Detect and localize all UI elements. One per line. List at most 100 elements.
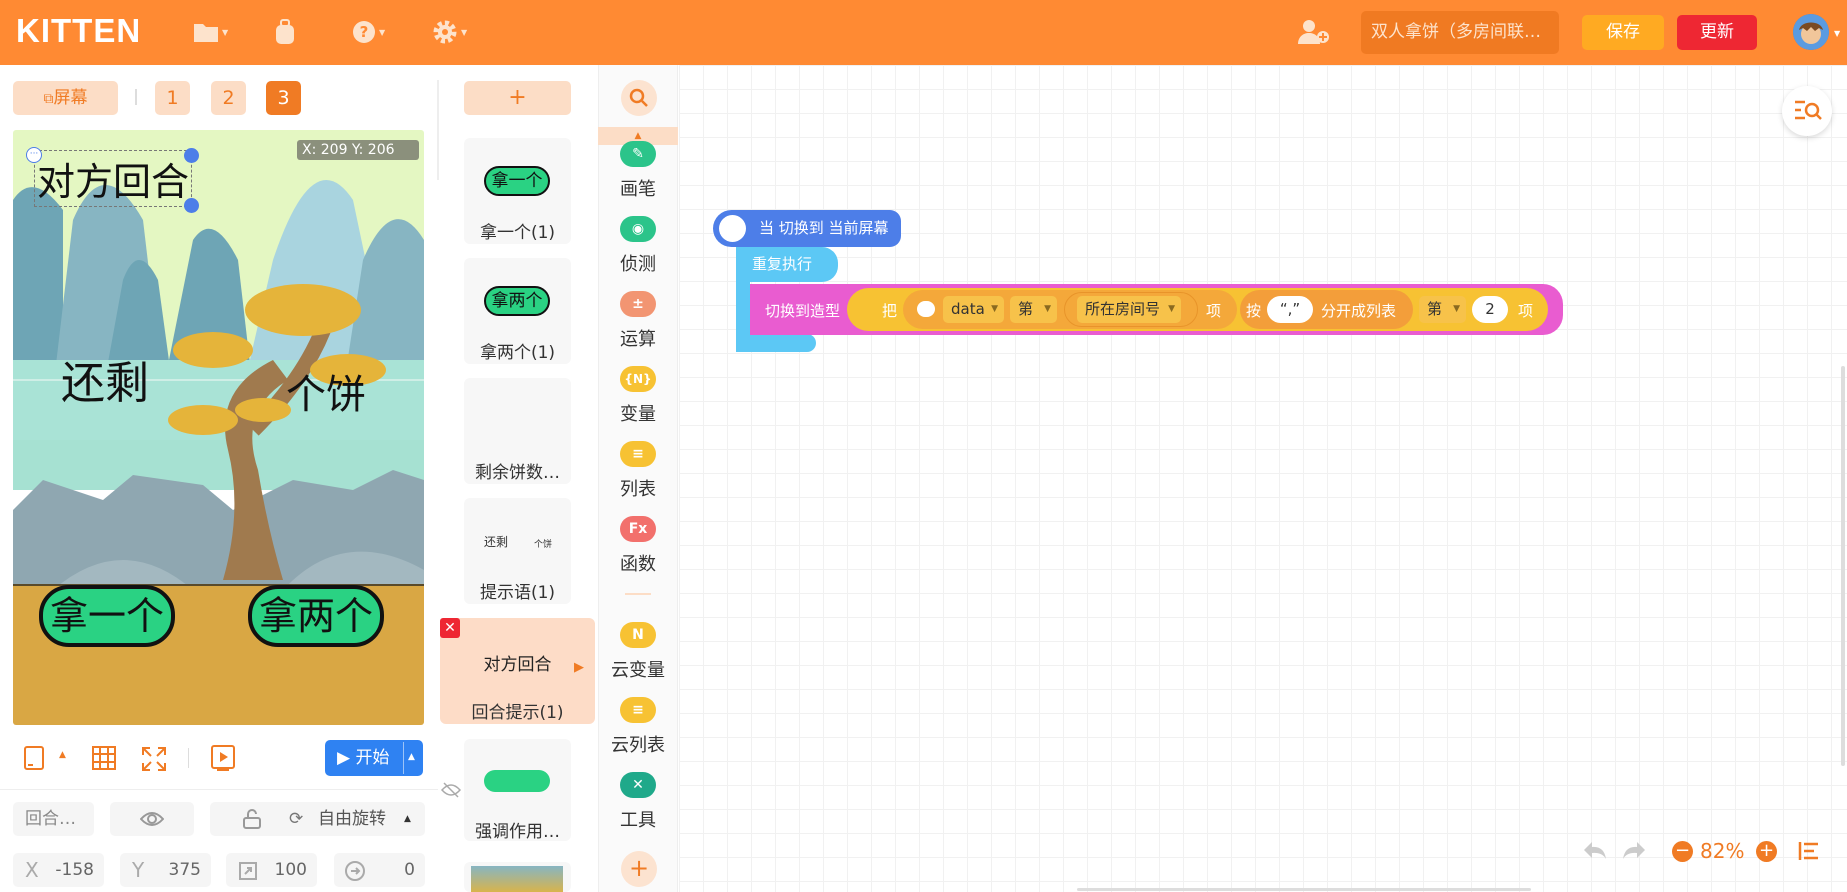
app-logo: KITTEN [16, 12, 142, 49]
screen-page-2[interactable]: 2 [211, 81, 246, 115]
undo-icon[interactable] [1582, 840, 1608, 866]
sprite-item[interactable]: 拿一个 拿一个(1) [464, 138, 571, 244]
separator-input[interactable]: “,” [1267, 296, 1313, 323]
chevron-up-icon[interactable]: ▲ [59, 750, 66, 760]
chevron-up-icon: ▲ [404, 814, 411, 824]
when-screen-switched-block[interactable]: 当 切换到 当前屏幕 [713, 210, 901, 247]
repeat-forever-block-body [736, 280, 750, 336]
chevron-up-icon[interactable]: ▲ [408, 752, 415, 762]
help-menu[interactable]: ? ▼ [352, 16, 385, 48]
workspace-scrollbar-vertical[interactable] [1841, 366, 1845, 766]
more-icon[interactable]: ··· [26, 147, 42, 163]
operators-icon: ± [620, 291, 656, 317]
take-one-button[interactable]: 拿一个 [39, 585, 175, 647]
settings-menu[interactable]: ▼ [432, 16, 467, 48]
direction-field[interactable]: 0 [334, 853, 425, 887]
play-icon: ▶ [337, 748, 351, 768]
index-mode-dropdown[interactable]: 第 ▼ [1010, 296, 1057, 323]
find-in-code-button[interactable] [1782, 86, 1832, 136]
zoom-in-icon[interactable]: + [1756, 841, 1777, 862]
collaborate-button[interactable] [1298, 16, 1330, 48]
add-user-icon [1298, 20, 1329, 44]
unlock-icon [243, 809, 261, 829]
fullscreen-icon[interactable] [141, 746, 167, 776]
chevron-down-icon: ▼ [461, 27, 468, 37]
cakes-text[interactable]: 个饼 [286, 362, 366, 420]
divider [0, 789, 438, 790]
chevron-down-icon: ▼ [379, 27, 386, 37]
visibility-toggle[interactable] [110, 802, 194, 836]
divider [135, 89, 137, 105]
sprite-thumbnail: 个饼 [534, 540, 553, 550]
add-sprite-button[interactable]: + [464, 81, 571, 115]
turn-text[interactable]: 对方回合 [34, 150, 193, 207]
room-variable-dropdown[interactable]: 所在房间号 ▼ [1077, 296, 1181, 323]
sprite-item[interactable]: 剩余饼数… [464, 378, 571, 484]
save-button[interactable]: 保存 [1582, 15, 1664, 50]
list-icon: ≡ [620, 441, 656, 467]
resize-handle-icon[interactable] [184, 198, 199, 213]
size-field[interactable]: 100 [226, 853, 317, 887]
sprite-thumbnail: 还剩 [484, 535, 509, 549]
divider [188, 748, 189, 768]
cloud-variable-icon: N [620, 622, 656, 648]
hide-icon[interactable] [440, 782, 462, 802]
index-input[interactable]: 2 [1472, 296, 1508, 323]
search-icon [629, 88, 648, 107]
folder-icon [194, 24, 218, 42]
chevron-down-icon: ▼ [1168, 304, 1175, 314]
sprite-item[interactable]: 强调作用… [464, 739, 571, 842]
remain-text[interactable]: 还剩 [61, 347, 149, 411]
data-variable-dropdown[interactable]: data ▼ [943, 296, 1004, 323]
x-position-field[interactable]: X -158 [13, 853, 104, 887]
block-label: 项 [1206, 302, 1222, 320]
phone-frame-icon[interactable] [24, 746, 44, 774]
rotation-mode-select[interactable]: ⟳ 自由旋转 ▲ [276, 802, 425, 836]
sprite-thumbnail: 对方回合 [483, 655, 552, 675]
chevron-down-icon[interactable]: ▼ [1834, 29, 1840, 38]
redo-icon[interactable] [1621, 840, 1647, 866]
update-button[interactable]: 更新 [1677, 15, 1757, 50]
repeat-forever-block[interactable]: 重复执行 [736, 247, 838, 282]
sprite-item[interactable]: 拿两个 拿两个(1) [464, 258, 571, 364]
function-icon: Fx [620, 516, 656, 542]
sensing-icon: ◉ [620, 216, 656, 242]
play-preview-icon[interactable] [211, 745, 235, 775]
chevron-down-icon: ▼ [1044, 304, 1051, 314]
grid-icon[interactable] [92, 746, 116, 774]
workspace-scrollbar-horizontal[interactable] [1077, 888, 1531, 891]
stage-canvas[interactable]: 对方回合 还剩 个饼 拿一个 拿两个 [13, 130, 424, 725]
chevron-right-icon[interactable]: ▶ [574, 660, 584, 675]
rotate-handle-icon[interactable] [184, 148, 199, 163]
block-search-button[interactable] [621, 80, 657, 116]
sprite-item-selected[interactable]: 对方回合 回合提示(1) ▶ [440, 618, 595, 724]
file-menu[interactable]: ▼ [193, 16, 228, 48]
take-two-button[interactable]: 拿两个 [248, 585, 384, 647]
code-workspace[interactable] [679, 65, 1847, 892]
variable-icon: {N} [620, 366, 656, 392]
sprite-thumbnail [471, 866, 563, 892]
add-extension-button[interactable]: + [621, 851, 657, 887]
screen-button[interactable]: ⧉屏幕 [13, 81, 118, 115]
screen-page-1[interactable]: 1 [155, 81, 190, 115]
zoom-out-icon[interactable]: − [1672, 841, 1693, 862]
resize-icon [239, 862, 257, 880]
screen-icon: ⧉ [43, 91, 54, 107]
sprite-thumbnail [484, 770, 550, 792]
avatar[interactable] [1793, 14, 1829, 50]
coords-readout: X: 209 Y: 206 [297, 140, 419, 160]
sprite-name-field[interactable]: 回合… [13, 802, 94, 836]
backpack-button[interactable] [273, 16, 297, 48]
project-name-input[interactable]: 双人拿饼（多房间联… [1361, 11, 1559, 54]
screen-page-3[interactable]: 3 [266, 81, 301, 115]
search-list-icon [1795, 100, 1822, 120]
block-label: 项 [1518, 302, 1534, 320]
index-mode-dropdown[interactable]: 第 ▼ [1419, 296, 1466, 323]
close-icon[interactable]: ✕ [440, 618, 460, 638]
y-position-field[interactable]: Y 375 [120, 853, 211, 887]
sprite-item[interactable] [464, 862, 571, 892]
divider [625, 593, 651, 595]
sprite-item[interactable]: 还剩 个饼 提示语(1) [464, 498, 571, 604]
arrange-blocks-icon[interactable] [1797, 841, 1819, 865]
help-icon: ? [353, 21, 375, 43]
